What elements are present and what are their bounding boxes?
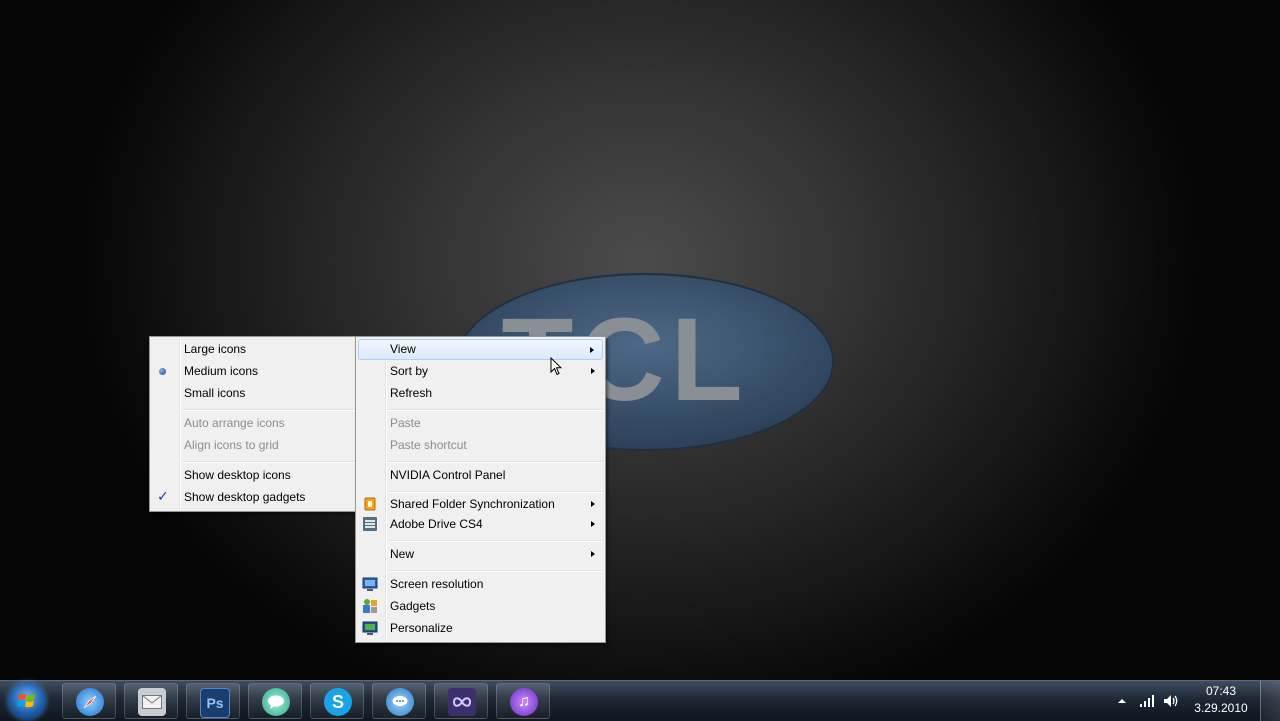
taskbar-itunes[interactable]: ♫ bbox=[496, 683, 550, 719]
menu-item-label: Small icons bbox=[184, 386, 246, 400]
menu-item-label: Personalize bbox=[390, 621, 453, 635]
start-button[interactable] bbox=[8, 682, 46, 720]
menu-item-gadgets[interactable]: Gadgets bbox=[358, 596, 603, 617]
itunes-glyph: ♫ bbox=[518, 693, 530, 710]
menu-item-label: Gadgets bbox=[390, 599, 436, 613]
network-signal-icon[interactable] bbox=[1138, 693, 1156, 709]
mouse-cursor-icon bbox=[550, 357, 562, 376]
view-medium-icons[interactable]: Medium icons bbox=[152, 361, 355, 382]
view-align-grid: Align icons to grid bbox=[152, 435, 355, 456]
menu-separator bbox=[182, 409, 355, 411]
submenu-arrow-icon bbox=[591, 551, 595, 557]
menu-item-label: New bbox=[390, 547, 415, 561]
screen-resolution-icon bbox=[362, 577, 378, 591]
menu-item-paste: Paste bbox=[358, 413, 603, 434]
taskbar-connector[interactable] bbox=[434, 683, 488, 719]
menu-item-label: Medium icons bbox=[184, 364, 259, 378]
menu-item-label: Screen resolution bbox=[390, 577, 484, 591]
view-submenu: Large icons Medium icons Small icons Aut… bbox=[149, 336, 358, 512]
menu-item-refresh[interactable]: Refresh bbox=[358, 383, 603, 404]
checkmark-icon: ✓ bbox=[157, 489, 169, 505]
view-show-desktop-gadgets[interactable]: ✓ Show desktop gadgets bbox=[152, 487, 355, 508]
chat-icon bbox=[386, 688, 414, 716]
menu-item-label: Large icons bbox=[184, 342, 247, 356]
compass-needle-icon bbox=[83, 695, 97, 709]
taskbar-chat[interactable] bbox=[372, 683, 426, 719]
submenu-arrow-icon bbox=[591, 368, 595, 374]
menu-separator bbox=[388, 491, 603, 493]
skype-glyph: S bbox=[331, 691, 344, 712]
menu-separator bbox=[388, 461, 603, 463]
view-small-icons[interactable]: Small icons bbox=[152, 383, 355, 404]
clock-time: 07:43 bbox=[1205, 684, 1237, 698]
windows-logo-icon bbox=[17, 693, 35, 708]
skype-icon: S bbox=[324, 688, 352, 716]
clock-date: 3.29.2010 bbox=[1194, 701, 1248, 715]
taskbar-messenger[interactable] bbox=[248, 683, 302, 719]
menu-item-screen-resolution[interactable]: Screen resolution bbox=[358, 574, 603, 595]
menu-item-nvidia[interactable]: NVIDIA Control Panel bbox=[358, 465, 603, 486]
menu-item-label: Align icons to grid bbox=[184, 438, 279, 452]
personalize-icon bbox=[362, 621, 378, 635]
menu-item-paste-shortcut: Paste shortcut bbox=[358, 435, 603, 456]
chat-bubble-icon bbox=[392, 696, 408, 706]
photoshop-icon: Ps bbox=[200, 688, 230, 718]
desktop-context-menu: View Sort by Refresh Paste Paste shortcu… bbox=[355, 336, 606, 643]
menu-item-label: Refresh bbox=[390, 386, 433, 400]
menu-item-label: View bbox=[390, 342, 416, 356]
menu-item-shared-folder-sync[interactable]: Shared Folder Synchronization bbox=[358, 494, 603, 515]
menu-separator bbox=[388, 570, 603, 572]
menu-item-label: NVIDIA Control Panel bbox=[390, 468, 506, 482]
show-hidden-icons-arrow-icon[interactable] bbox=[1116, 696, 1128, 706]
volume-icon[interactable] bbox=[1162, 693, 1180, 709]
view-auto-arrange: Auto arrange icons bbox=[152, 413, 355, 434]
submenu-arrow-icon bbox=[591, 521, 595, 527]
menu-item-new[interactable]: New bbox=[358, 544, 603, 565]
menu-item-view[interactable]: View bbox=[358, 339, 603, 360]
safari-icon bbox=[76, 688, 104, 716]
menu-item-label: Show desktop gadgets bbox=[184, 490, 306, 504]
menu-item-label: Show desktop icons bbox=[184, 468, 291, 482]
view-show-desktop-icons[interactable]: Show desktop icons bbox=[152, 465, 355, 486]
menu-item-label: Sort by bbox=[390, 364, 429, 378]
menu-item-personalize[interactable]: Personalize bbox=[358, 618, 603, 639]
show-desktop-button[interactable] bbox=[1260, 681, 1280, 721]
gadgets-icon bbox=[363, 599, 377, 613]
messenger-icon bbox=[262, 688, 290, 716]
menu-item-label: Paste bbox=[390, 416, 421, 430]
taskbar-safari[interactable] bbox=[62, 683, 116, 719]
menu-item-adobe-drive[interactable]: Adobe Drive CS4 bbox=[358, 514, 603, 535]
menu-item-label: Shared Folder Synchronization bbox=[390, 497, 555, 511]
infinity-icon bbox=[452, 697, 472, 707]
connector-icon bbox=[448, 688, 476, 716]
menu-item-label: Auto arrange icons bbox=[184, 416, 285, 430]
adobe-drive-icon bbox=[363, 517, 377, 531]
itunes-icon: ♫ bbox=[510, 688, 538, 716]
menu-separator bbox=[388, 540, 603, 542]
menu-item-label: Adobe Drive CS4 bbox=[390, 517, 483, 531]
radio-selected-icon bbox=[159, 368, 166, 375]
taskbar: Ps S ♫ 07:43 3.29.2010 bbox=[0, 680, 1280, 721]
taskbar-photoshop[interactable]: Ps bbox=[186, 683, 240, 719]
menu-item-label: Paste shortcut bbox=[390, 438, 467, 452]
envelope-icon bbox=[142, 695, 162, 709]
view-large-icons[interactable]: Large icons bbox=[152, 339, 355, 360]
clock[interactable]: 07:43 3.29.2010 bbox=[1186, 683, 1256, 717]
taskbar-mail[interactable] bbox=[124, 683, 178, 719]
menu-separator bbox=[388, 409, 603, 411]
speech-bubble-icon bbox=[268, 695, 284, 709]
taskbar-skype[interactable]: S bbox=[310, 683, 364, 719]
submenu-arrow-icon bbox=[590, 347, 594, 353]
submenu-arrow-icon bbox=[591, 501, 595, 507]
photoshop-glyph: Ps bbox=[206, 695, 224, 711]
menu-separator bbox=[182, 461, 355, 463]
mail-icon bbox=[138, 688, 166, 716]
shared-folder-icon bbox=[364, 497, 376, 511]
menu-item-sort-by[interactable]: Sort by bbox=[358, 361, 603, 382]
